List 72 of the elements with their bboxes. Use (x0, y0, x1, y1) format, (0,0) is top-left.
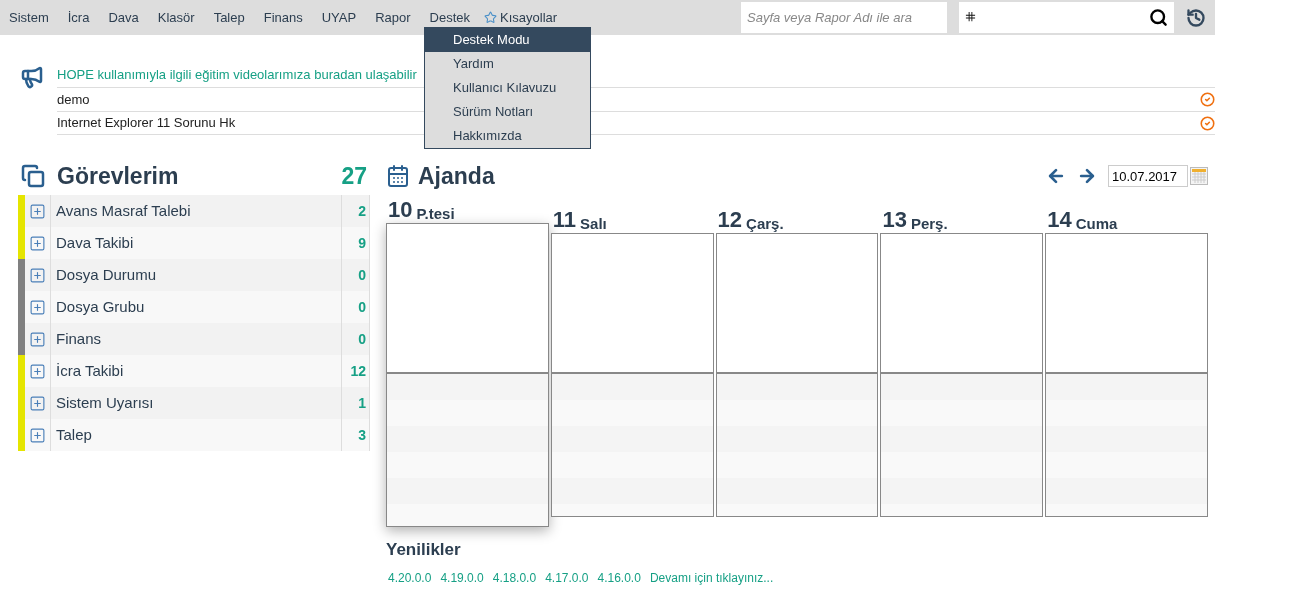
search-icon[interactable] (1149, 8, 1168, 27)
day-number: 13 (882, 209, 907, 231)
dropdown-item[interactable]: Hakkımızda (425, 124, 590, 148)
check-circle-icon[interactable] (1200, 115, 1215, 131)
announcement-item[interactable]: demo (57, 89, 90, 110)
expand-icon[interactable] (29, 298, 46, 316)
expand-icon[interactable] (29, 394, 46, 412)
megaphone-icon (20, 65, 44, 89)
calendar-icon (386, 164, 410, 188)
task-label: İcra Takibi (55, 360, 125, 381)
task-row[interactable]: Talep 3 (18, 419, 370, 451)
expand-icon[interactable] (29, 426, 46, 444)
expand-icon[interactable] (29, 234, 46, 252)
announcement-item[interactable]: Internet Explorer 11 Sorunu Hk (57, 113, 236, 133)
day-name: Cuma (1075, 216, 1118, 231)
day-number: 14 (1047, 209, 1072, 231)
task-label: Talep (55, 424, 93, 445)
menu-item[interactable]: Kısayollar (484, 7, 558, 28)
task-count: 3 (341, 419, 370, 451)
expand-icon[interactable] (29, 266, 46, 284)
day-number: 12 (717, 209, 743, 231)
tasks-title: Görevlerim (57, 161, 179, 191)
task-label: Dava Takibi (55, 232, 135, 253)
task-label: Dosya Grubu (55, 296, 146, 317)
documents-icon (21, 164, 45, 188)
day-number: 11 (552, 209, 577, 231)
menu-item[interactable]: Finans (263, 7, 303, 28)
dropdown-item[interactable]: Yardım (425, 52, 590, 76)
day-column[interactable] (386, 223, 549, 527)
dropdown-item[interactable]: Sürüm Notları (425, 100, 590, 124)
star-icon (484, 11, 498, 24)
day-column[interactable] (715, 233, 879, 517)
news-title: Yenilikler (386, 539, 462, 561)
hash-search-field[interactable] (959, 2, 1174, 33)
task-row[interactable]: Avans Masraf Talebi 2 (18, 195, 370, 227)
menu-item[interactable]: Talep (213, 7, 245, 28)
day-column[interactable] (550, 233, 714, 517)
task-label: Dosya Durumu (55, 264, 158, 285)
task-row[interactable]: Dava Takibi 9 (18, 227, 370, 259)
expand-icon[interactable] (29, 362, 46, 380)
check-circle-icon[interactable] (1200, 92, 1215, 107)
menu-item[interactable]: UYAP (321, 7, 357, 28)
menu-item[interactable]: Klasör (157, 7, 195, 28)
task-row[interactable]: Dosya Durumu 0 (18, 259, 370, 291)
menu-item[interactable]: Sistem (9, 7, 49, 28)
menu-item[interactable]: Destek (429, 7, 471, 28)
dropdown-item[interactable]: Kullanıcı Kılavuzu (425, 76, 590, 100)
expand-icon[interactable] (29, 202, 46, 220)
history-icon[interactable] (1186, 7, 1206, 28)
expand-icon[interactable] (29, 330, 46, 348)
task-label: Sistem Uyarısı (55, 392, 155, 413)
day-name: P.tesi (416, 206, 455, 221)
menu-item[interactable]: İcra (67, 7, 90, 28)
task-row[interactable]: İcra Takibi 12 (18, 355, 370, 387)
dropdown-item[interactable]: Destek Modu (425, 28, 590, 52)
date-field[interactable]: 10.07.2017 (1108, 165, 1188, 187)
menu-item[interactable]: Rapor (375, 7, 411, 28)
day-name: Çarş. (746, 216, 784, 231)
day-column[interactable] (880, 233, 1044, 517)
day-name: Perş. (910, 216, 948, 231)
task-label: Avans Masraf Talebi (55, 200, 192, 221)
search-field[interactable]: Sayfa veya Rapor Adı ile ara (741, 2, 947, 33)
tasks-total: 27 (341, 161, 367, 191)
task-row[interactable]: Sistem Uyarısı 1 (18, 387, 370, 419)
task-row[interactable]: Finans 0 (18, 323, 370, 355)
menu-item[interactable]: Dava (108, 7, 139, 28)
day-name: Salı (580, 216, 607, 231)
day-number: 10 (388, 199, 413, 221)
agenda-title: Ajanda (418, 161, 495, 191)
task-row[interactable]: Dosya Grubu 0 (18, 291, 370, 323)
task-label: Finans (55, 328, 103, 349)
day-column[interactable] (1045, 233, 1208, 517)
